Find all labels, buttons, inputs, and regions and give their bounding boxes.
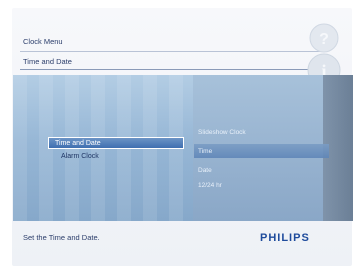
page-title: Clock Menu	[23, 37, 63, 46]
submenu-highlight	[194, 144, 329, 158]
header-divider	[20, 51, 320, 52]
svg-text:?: ?	[319, 31, 329, 48]
submenu-item-slideshow-clock[interactable]: Slideshow Clock	[198, 129, 246, 136]
header-divider-bottom	[20, 69, 320, 70]
page-subtitle: Time and Date	[23, 57, 72, 66]
philips-logo: PHILIPS	[260, 232, 310, 244]
submenu-item-time[interactable]: Time	[198, 148, 212, 155]
menu-item-time-and-date[interactable]: Time and Date	[48, 137, 184, 149]
submenu-item-12-24-hr[interactable]: 12/24 hr	[198, 182, 222, 189]
submenu-item-date[interactable]: Date	[198, 167, 212, 174]
menu-item-alarm-clock[interactable]: Alarm Clock	[61, 153, 99, 160]
help-text: Set the Time and Date.	[23, 233, 100, 242]
